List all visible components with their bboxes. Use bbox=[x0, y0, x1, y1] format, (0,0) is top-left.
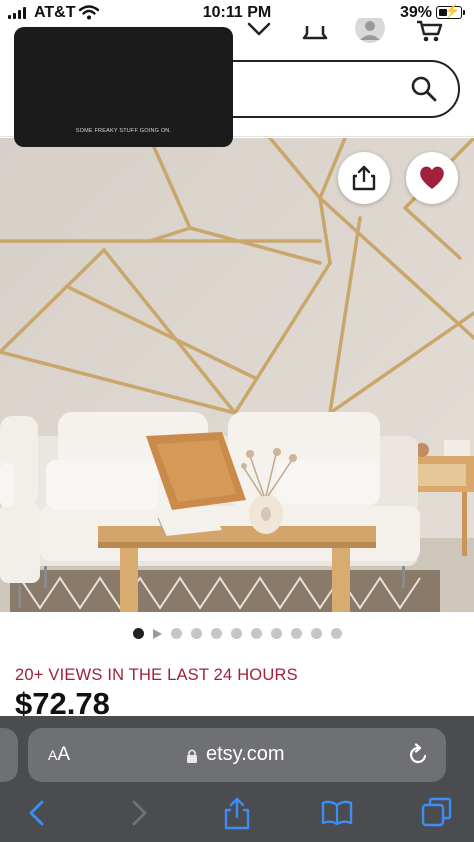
avatar[interactable] bbox=[354, 18, 386, 44]
carousel-dot-10[interactable] bbox=[310, 628, 322, 639]
carousel-dot-6[interactable] bbox=[230, 628, 242, 639]
bookmarks-icon[interactable] bbox=[320, 796, 354, 830]
address-bar[interactable]: AA etsy.com bbox=[28, 728, 446, 782]
listing-photo bbox=[0, 138, 474, 612]
carousel-dot-11[interactable] bbox=[330, 628, 342, 639]
favorite-button[interactable] bbox=[406, 152, 458, 204]
carousel-dot-3[interactable] bbox=[170, 628, 182, 639]
cart-icon[interactable] bbox=[415, 18, 443, 44]
pip-caption: SOME FREAKY STUFF GOING ON. bbox=[75, 128, 172, 134]
bell-icon[interactable] bbox=[301, 18, 329, 42]
forward-icon[interactable] bbox=[128, 796, 150, 830]
carousel-dot-8[interactable] bbox=[270, 628, 282, 639]
image-carousel-indicator[interactable] bbox=[0, 628, 474, 639]
listing-image[interactable] bbox=[0, 138, 474, 612]
chevron-down-icon[interactable] bbox=[246, 18, 272, 38]
views-badge: 20+ VIEWS IN THE LAST 24 HOURS bbox=[15, 666, 298, 684]
picture-in-picture-window[interactable]: SOME FREAKY STUFF GOING ON. bbox=[14, 27, 233, 147]
share-button[interactable] bbox=[338, 152, 390, 204]
url-domain: etsy.com bbox=[206, 743, 285, 765]
previous-tab-peek[interactable] bbox=[0, 728, 18, 782]
share-icon[interactable] bbox=[222, 796, 252, 830]
share-icon bbox=[352, 165, 376, 191]
carousel-dot-7[interactable] bbox=[250, 628, 262, 639]
carousel-dot-1[interactable] bbox=[132, 628, 144, 639]
search-icon[interactable] bbox=[410, 75, 438, 103]
carousel-dot-4[interactable] bbox=[190, 628, 202, 639]
safari-bottom-bar: AA etsy.com bbox=[0, 716, 474, 842]
reload-icon[interactable] bbox=[406, 743, 430, 767]
battery-cap bbox=[463, 10, 465, 15]
safari-toolbar bbox=[0, 796, 474, 836]
heart-icon bbox=[420, 166, 444, 189]
lock-icon bbox=[187, 749, 197, 763]
text-size-button[interactable]: AA bbox=[48, 744, 70, 766]
tabs-icon[interactable] bbox=[420, 796, 454, 830]
carousel-dot-9[interactable] bbox=[290, 628, 302, 639]
carousel-dot-5[interactable] bbox=[210, 628, 222, 639]
video-indicator-icon[interactable] bbox=[152, 628, 162, 639]
back-icon[interactable] bbox=[26, 796, 48, 830]
